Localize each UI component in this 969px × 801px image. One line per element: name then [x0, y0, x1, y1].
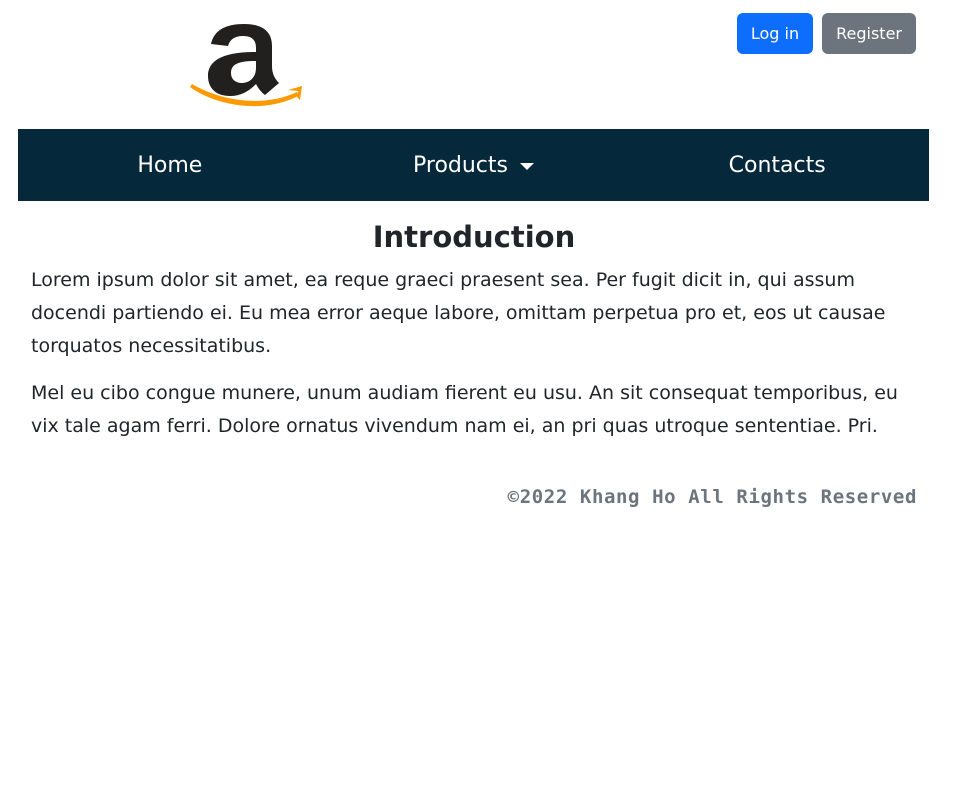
register-button[interactable]: Register — [822, 13, 916, 54]
amazon-logo-icon[interactable] — [186, 10, 308, 114]
header: Log in Register — [0, 0, 969, 129]
intro-paragraph-1: Lorem ipsum dolor sit amet, ea reque gra… — [31, 269, 886, 357]
main-navbar: Home Products Contacts — [18, 129, 929, 201]
main-content: Introduction Lorem ipsum dolor sit amet,… — [31, 220, 917, 457]
nav-item-home[interactable]: Home — [18, 153, 322, 178]
nav-item-home-label: Home — [137, 152, 203, 178]
login-button[interactable]: Log in — [736, 13, 814, 54]
nav-item-contacts-label: Contacts — [728, 152, 826, 178]
nav-item-contacts[interactable]: Contacts — [625, 153, 929, 178]
page-title: Introduction — [372, 220, 576, 254]
nav-item-products-label: Products — [413, 152, 508, 178]
intro-paragraph-2: Mel eu cibo congue munere, unum audiam f… — [31, 382, 898, 437]
copyright-footer: ©2022 Khang Ho All Rights Reserved — [507, 486, 917, 508]
caret-down-icon[interactable] — [520, 162, 534, 170]
nav-item-products[interactable]: Products — [322, 153, 626, 178]
auth-buttons: Log in Register — [736, 13, 916, 54]
